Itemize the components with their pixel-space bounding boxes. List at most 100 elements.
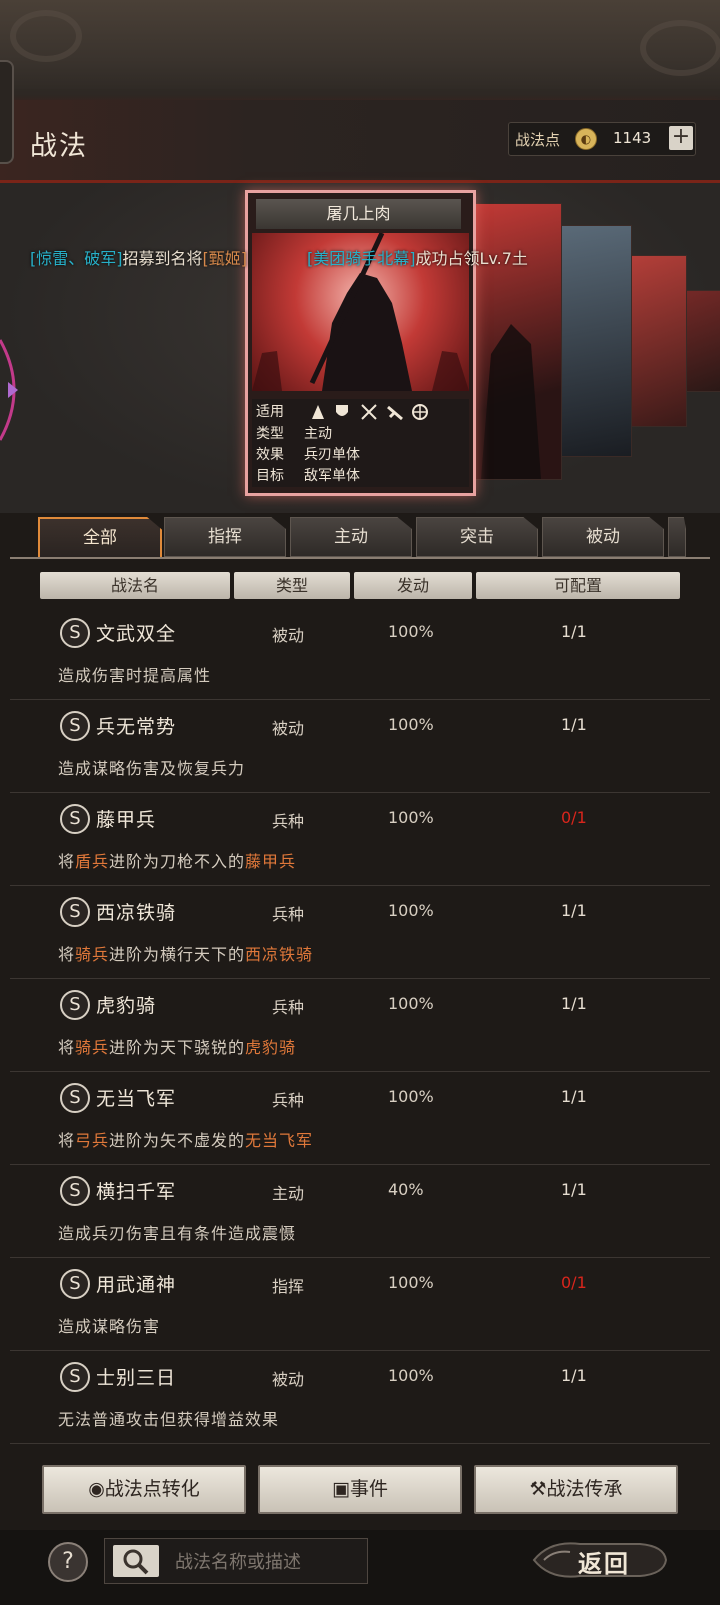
type-value: 主动 [304, 426, 332, 442]
tactic-name: 西凉铁骑 [96, 902, 177, 924]
cloud-ornament [10, 10, 82, 62]
search-icon[interactable] [113, 1545, 159, 1577]
type-row: 类型 主动 [256, 423, 332, 445]
description-highlight: 弓兵 [75, 1131, 110, 1150]
column-rate[interactable]: 发动 [354, 572, 472, 599]
tab-command[interactable]: 指挥 [164, 517, 286, 557]
inherit-button[interactable]: ⚒战法传承 [474, 1465, 678, 1514]
description-text: 造成谋略伤害 [58, 1317, 161, 1336]
effect-label: 效果 [256, 447, 284, 463]
points-label: 战法点 [515, 131, 561, 149]
description-text: 进阶为横行天下的 [109, 945, 246, 964]
tactic-config: 0/1 [561, 1273, 587, 1292]
ticker-text: 招募到名将 [122, 249, 203, 268]
column-name[interactable]: 战法名 [40, 572, 230, 599]
tactic-row[interactable]: S 士别三日 被动 100% 1/1 无法普通攻击但获得增益效果 [10, 1348, 710, 1444]
help-button[interactable]: ? [48, 1542, 88, 1582]
ticker-alliance: [惊雷、破军] [30, 249, 123, 268]
grade-s-icon: S [60, 711, 90, 741]
description-text: 进阶为天下骁锐的 [109, 1038, 246, 1057]
description-text: 将 [58, 1131, 76, 1150]
expand-arrow-icon[interactable] [0, 330, 30, 450]
footer-bar: ? 返回 [0, 1530, 720, 1605]
tactic-row[interactable]: S 文武双全 被动 100% 1/1 造成伤害时提高属性 [10, 604, 710, 700]
points-value: 1143 [613, 129, 652, 147]
tactic-row[interactable]: S 用武通神 指挥 100% 0/1 造成谋略伤害 [10, 1255, 710, 1351]
tab-all[interactable]: 全部 [38, 517, 162, 559]
card-name: 屠几上肉 [256, 199, 461, 229]
tactic-row[interactable]: S 西凉铁骑 兵种 100% 1/1 将骑兵进阶为横行天下的西凉铁骑 [10, 883, 710, 979]
tab-active[interactable]: 主动 [290, 517, 412, 557]
column-type[interactable]: 类型 [234, 572, 350, 599]
tactic-config: 1/1 [561, 994, 587, 1013]
tactic-config: 1/1 [561, 622, 587, 641]
tactic-description: 无法普通攻击但获得增益效果 [58, 1406, 279, 1430]
tactic-points-panel: 战法点 ◐ 1143 + [508, 122, 696, 156]
ticker-general: [甄姬] [202, 249, 248, 268]
back-button[interactable]: 返回 [530, 1536, 670, 1584]
tab-passive[interactable]: 被动 [542, 517, 664, 557]
grade-s-icon: S [60, 618, 90, 648]
announcement-ticker: [惊雷、破军]招募到名将[甄姬] [美团骑手北幕]成功占领Lv.7土 [30, 245, 680, 271]
header-bar: 战法 战法点 ◐ 1143 + [0, 60, 720, 183]
target-value: 敌军单体 [304, 468, 360, 484]
tactic-description: 将骑兵进阶为天下骁锐的虎豹骑 [58, 1034, 296, 1058]
events-label: 事件 [349, 1478, 388, 1500]
tactic-rate: 100% [388, 1366, 434, 1385]
grade-s-icon: S [60, 1269, 90, 1299]
tactic-rate: 100% [388, 1087, 434, 1106]
tactic-name: 兵无常势 [96, 716, 177, 738]
tactic-list[interactable]: S 文武双全 被动 100% 1/1 造成伤害时提高属性 S 兵无常势 被动 100% 1/1 造成谋… [10, 604, 710, 1454]
tactic-name: 虎豹骑 [96, 995, 157, 1017]
effect-row: 效果 兵刃单体 [256, 444, 360, 466]
grade-s-icon: S [60, 990, 90, 1020]
grade-s-icon: S [60, 804, 90, 834]
target-row: 目标 敌军单体 [256, 465, 360, 487]
tactic-rate: 100% [388, 622, 434, 641]
tab-more[interactable] [668, 517, 686, 557]
description-highlight: 藤甲兵 [245, 852, 297, 871]
description-highlight: 西凉铁骑 [245, 945, 314, 964]
search-input[interactable] [173, 1539, 367, 1585]
side-handle[interactable] [0, 60, 14, 164]
convert-points-button[interactable]: ◉战法点转化 [42, 1465, 246, 1514]
description-highlight: 盾兵 [75, 852, 110, 871]
grade-s-icon: S [60, 1362, 90, 1392]
tactic-row[interactable]: S 横扫千军 主动 40% 1/1 造成兵刃伤害且有条件造成震慑 [10, 1162, 710, 1258]
tactic-type: 兵种 [272, 1091, 305, 1110]
description-text: 将 [58, 852, 76, 871]
description-text: 进阶为矢不虚发的 [109, 1131, 246, 1150]
tactic-description: 造成谋略伤害及恢复兵力 [58, 755, 245, 779]
tactic-rate: 100% [388, 715, 434, 734]
tactic-row[interactable]: S 藤甲兵 兵种 100% 0/1 将盾兵进阶为刀枪不入的藤甲兵 [10, 790, 710, 886]
type-label: 类型 [256, 426, 284, 442]
tactic-rate: 100% [388, 901, 434, 920]
cloud-ornament [640, 20, 720, 76]
flame-icon: ◉ [88, 1478, 105, 1500]
description-text: 造成兵刃伤害且有条件造成震慑 [58, 1224, 297, 1243]
selected-tactic-card[interactable]: 屠几上肉 适用 类型 主动 效果 兵刃单体 目标 敌军单体 [245, 190, 476, 496]
tactic-name: 用武通神 [96, 1274, 177, 1296]
description-text: 造成伤害时提高属性 [58, 666, 212, 685]
description-highlight: 虎豹骑 [245, 1038, 297, 1057]
description-highlight: 骑兵 [75, 1038, 110, 1057]
tactic-name: 藤甲兵 [96, 809, 157, 831]
tactic-row[interactable]: S 兵无常势 被动 100% 1/1 造成谋略伤害及恢复兵力 [10, 697, 710, 793]
tactic-description: 将盾兵进阶为刀枪不入的藤甲兵 [58, 848, 296, 872]
tactic-config: 1/1 [561, 901, 587, 920]
tab-assault[interactable]: 突击 [416, 517, 538, 557]
convert-label: 战法点转化 [104, 1478, 200, 1500]
page-title: 战法 [30, 131, 88, 162]
events-button[interactable]: ▣事件 [258, 1465, 462, 1514]
column-config[interactable]: 可配置 [476, 572, 680, 599]
tactic-name: 无当飞军 [96, 1088, 177, 1110]
tactic-description: 将骑兵进阶为横行天下的西凉铁骑 [58, 941, 313, 965]
top-background [0, 0, 720, 100]
description-text: 将 [58, 1038, 76, 1057]
tactic-type: 兵种 [272, 812, 305, 831]
add-points-button[interactable]: + [669, 126, 693, 150]
effect-value: 兵刃单体 [304, 447, 360, 463]
tactic-row[interactable]: S 虎豹骑 兵种 100% 1/1 将骑兵进阶为天下骁锐的虎豹骑 [10, 976, 710, 1072]
tactic-description: 造成兵刃伤害且有条件造成震慑 [58, 1220, 296, 1244]
tactic-row[interactable]: S 无当飞军 兵种 100% 1/1 将弓兵进阶为矢不虚发的无当飞军 [10, 1069, 710, 1165]
